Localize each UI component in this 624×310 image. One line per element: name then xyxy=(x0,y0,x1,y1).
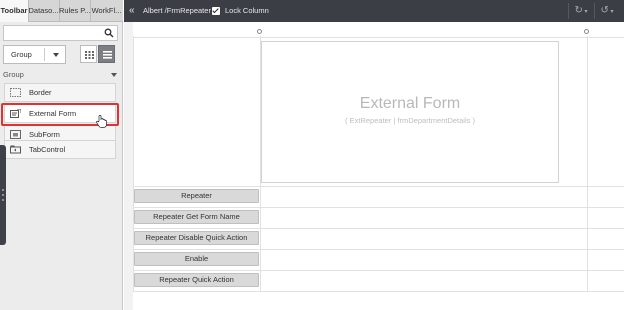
list-icon xyxy=(103,51,112,59)
search-input[interactable] xyxy=(3,25,118,41)
external-form-title: External Form xyxy=(359,95,461,112)
tab-rules[interactable]: Rules P... xyxy=(59,0,91,22)
chevron-down-icon xyxy=(53,53,59,57)
canvas-gutter xyxy=(124,22,133,310)
undo-icon: ↺ xyxy=(600,5,609,16)
grid-line xyxy=(133,228,624,229)
breadcrumb: Albert /FrmRepeater xyxy=(143,6,211,15)
designer-toolbar: « Albert /FrmRepeater Lock Column ↻ ▾ ↺ … xyxy=(124,0,624,22)
panel-resize-handle[interactable] xyxy=(0,145,6,245)
repeater-quick-action-button[interactable]: Repeater Quick Action xyxy=(134,273,259,287)
tab-workflow[interactable]: WorkFl... xyxy=(90,0,123,22)
group-select-value: Group xyxy=(11,50,32,59)
redo-button[interactable]: ↻ ▾ xyxy=(568,3,593,19)
search-icon[interactable] xyxy=(104,28,114,38)
grid-line xyxy=(133,186,624,187)
column-marker[interactable] xyxy=(584,29,589,34)
external-form-subtitle: ( ExtRepeater | frmDepartmentDetails ) xyxy=(345,116,475,125)
grid-line xyxy=(133,291,624,292)
collapse-panel-icon[interactable]: « xyxy=(129,0,135,22)
lock-column-label: Lock Column xyxy=(225,6,269,15)
grid-icon xyxy=(85,51,94,59)
border-icon xyxy=(10,88,21,97)
toolbox-item-label: TabControl xyxy=(29,145,66,154)
repeater-get-form-name-button[interactable]: Repeater Get Form Name xyxy=(134,210,259,224)
grid-line xyxy=(133,270,624,271)
toolbox-item-border[interactable]: Border xyxy=(4,83,116,102)
tabcontrol-icon xyxy=(10,145,21,154)
undo-button[interactable]: ↺ ▾ xyxy=(594,3,619,19)
hand-cursor-icon xyxy=(96,115,107,128)
grid-line xyxy=(133,207,624,208)
grid-line xyxy=(587,36,588,292)
enable-button[interactable]: Enable xyxy=(134,252,259,266)
grid-view-button[interactable] xyxy=(80,45,97,63)
chevron-down-icon xyxy=(111,73,117,77)
tab-datasource[interactable]: Dataso... xyxy=(28,0,60,22)
grid-line xyxy=(133,249,624,250)
toolbox-item-label: SubForm xyxy=(29,130,60,139)
repeater-disable-quick-action-button[interactable]: Repeater Disable Quick Action xyxy=(134,231,259,245)
column-marker[interactable] xyxy=(257,29,262,34)
tab-toolbar[interactable]: Toolbar xyxy=(0,0,29,22)
group-header-label: Group xyxy=(3,70,24,79)
list-view-button[interactable] xyxy=(98,45,115,63)
select-divider xyxy=(44,48,45,61)
toolbox-item-label: Border xyxy=(29,88,52,97)
subform-icon xyxy=(10,130,21,139)
lock-column-checkbox[interactable] xyxy=(212,7,220,15)
external-form-control[interactable]: External Form ( ExtRepeater | frmDepartm… xyxy=(261,41,559,183)
group-header[interactable]: Group xyxy=(3,69,119,81)
group-select[interactable]: Group xyxy=(3,45,66,64)
repeater-button[interactable]: Repeater xyxy=(134,189,259,203)
redo-icon: ↻ xyxy=(574,5,583,16)
grid-line xyxy=(133,37,624,38)
panel-tabs: Toolbar Dataso... Rules P... WorkFl... xyxy=(0,0,123,22)
toolbox-item-tabcontrol[interactable]: TabControl xyxy=(4,140,116,159)
